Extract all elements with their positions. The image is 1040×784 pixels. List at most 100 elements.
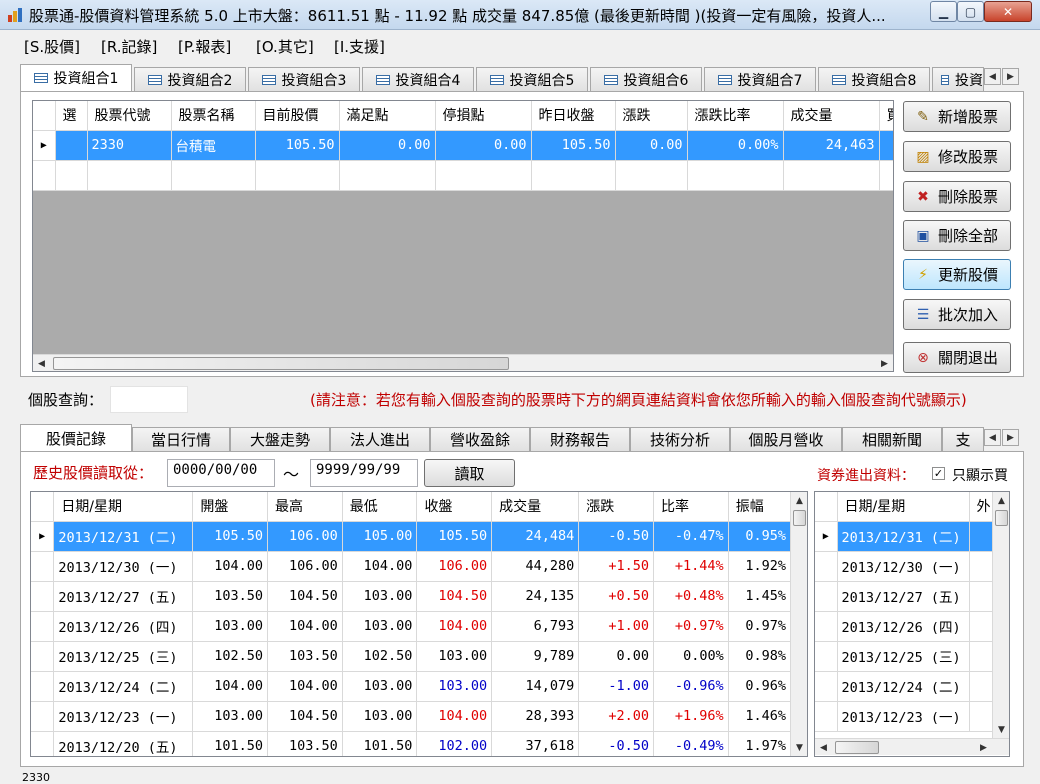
cell-close[interactable]: 103.00 <box>416 671 493 702</box>
add-stock-button[interactable]: ✎ 新增股票 <box>903 101 1011 132</box>
cell-close[interactable]: 102.00 <box>416 731 493 756</box>
delete-stock-button[interactable]: ✖ 刪除股票 <box>903 181 1011 212</box>
tab-financials[interactable]: 財務報告 <box>530 427 630 451</box>
cell-amplitude[interactable]: 1.97% <box>728 731 792 756</box>
cell-high[interactable]: 104.00 <box>267 671 343 702</box>
cell-open[interactable]: 101.50 <box>192 731 269 756</box>
cell-amplitude[interactable]: 0.96% <box>728 671 792 702</box>
cell-open[interactable]: 105.50 <box>192 521 269 552</box>
col-change[interactable]: 漲跌 <box>578 492 654 522</box>
history-vscroll[interactable]: ▲ ▼ <box>790 492 807 756</box>
cell-ratio[interactable]: -0.49% <box>653 731 729 756</box>
cell-volume[interactable]: 14,079 <box>491 671 580 702</box>
table-row[interactable]: 2013/12/30 (一) <box>815 551 1009 582</box>
maximize-button[interactable]: ▢ <box>957 1 984 22</box>
cell-open[interactable]: 102.50 <box>192 641 269 672</box>
cell-high[interactable]: 103.50 <box>267 641 343 672</box>
cell-open[interactable]: 103.00 <box>192 611 269 642</box>
cell-date[interactable]: 2013/12/24 (二) <box>53 671 194 702</box>
cell-low[interactable]: 103.00 <box>342 581 418 612</box>
cell-date[interactable]: 2013/12/30 (一) <box>53 551 194 582</box>
table-row[interactable]: 2013/12/27 (五) 103.50 104.50 103.00 104.50 24… <box>31 581 792 612</box>
table-row[interactable]: 2013/12/30 (一) 104.00 106.00 104.00 106.00 44… <box>31 551 792 582</box>
scroll-left-arrow[interactable]: ◀ <box>815 739 832 756</box>
cell-prev-close[interactable]: 105.50 <box>531 130 616 161</box>
cell-low[interactable]: 103.00 <box>342 701 418 732</box>
cell-change[interactable]: 0.00 <box>578 641 654 672</box>
cell-volume[interactable]: 37,618 <box>491 731 580 756</box>
col-volume[interactable]: 成交量 <box>783 101 880 131</box>
cell-amplitude[interactable]: 1.92% <box>728 551 792 582</box>
cell-change[interactable]: 0.00 <box>615 130 688 161</box>
empty-cell[interactable] <box>879 160 893 191</box>
cell-open[interactable]: 103.00 <box>192 701 269 732</box>
cell-ratio[interactable]: +0.48% <box>653 581 729 612</box>
cell-volume[interactable]: 28,393 <box>491 701 580 732</box>
cell-price[interactable]: 105.50 <box>255 130 340 161</box>
tab-support[interactable]: 支 <box>942 427 984 451</box>
cell-low[interactable]: 104.00 <box>342 551 418 582</box>
close-exit-button[interactable]: ⊗ 關閉退出 <box>903 342 1011 373</box>
col-select[interactable]: 選 <box>55 101 88 131</box>
cell-volume[interactable]: 6,793 <box>491 611 580 642</box>
table-row[interactable]: 2013/12/23 (一) 103.00 104.50 103.00 104.00 28… <box>31 701 792 732</box>
batch-add-button[interactable]: ☰ 批次加入 <box>903 299 1011 330</box>
cell-high[interactable]: 104.00 <box>267 611 343 642</box>
cell-amplitude[interactable]: 1.46% <box>728 701 792 732</box>
col-open[interactable]: 開盤 <box>192 492 269 522</box>
empty-cell[interactable] <box>339 160 436 191</box>
cell-margin-date[interactable]: 2013/12/26 (四) <box>837 611 970 642</box>
col-date[interactable]: 日期/星期 <box>53 492 194 522</box>
cell-volume[interactable]: 24,463 <box>783 130 880 161</box>
cell-open[interactable]: 104.00 <box>192 671 269 702</box>
margin-hscroll[interactable]: ◀ ▶ <box>815 738 1009 755</box>
scroll-thumb[interactable] <box>835 741 879 754</box>
close-window-button[interactable]: ✕ <box>984 1 1032 22</box>
cell-open[interactable]: 104.00 <box>192 551 269 582</box>
cell-target[interactable]: 0.00 <box>339 130 436 161</box>
table-row[interactable]: 2013/12/20 (五) 101.50 103.50 101.50 102.00 37… <box>31 731 792 756</box>
menu-other[interactable]: [O.其它] <box>256 36 314 57</box>
tab-portfolio-6[interactable]: 投資組合6 <box>590 67 702 91</box>
cell-volume[interactable]: 24,135 <box>491 581 580 612</box>
cell-close[interactable]: 104.00 <box>416 611 493 642</box>
table-row[interactable]: ▶ 2330 台積電 105.50 0.00 0.00 105.50 0.00 … <box>33 130 893 161</box>
scroll-down-arrow[interactable]: ▼ <box>993 721 1009 738</box>
cell-change[interactable]: -0.50 <box>578 521 654 552</box>
cell-close[interactable]: 103.00 <box>416 641 493 672</box>
cell-ratio[interactable]: +1.96% <box>653 701 729 732</box>
cell-date[interactable]: 2013/12/23 (一) <box>53 701 194 732</box>
cell-date[interactable]: 2013/12/25 (三) <box>53 641 194 672</box>
scroll-right-arrow[interactable]: ▶ <box>876 355 893 371</box>
table-row[interactable]: 2013/12/23 (一) <box>815 701 1009 732</box>
scroll-up-arrow[interactable]: ▲ <box>791 492 807 509</box>
only-show-checkbox[interactable]: ✓ <box>932 467 945 480</box>
cell-stoploss[interactable]: 0.00 <box>435 130 532 161</box>
cell-ratio[interactable]: +0.97% <box>653 611 729 642</box>
table-row[interactable]: 2013/12/24 (二) 104.00 104.00 103.00 103.00 14… <box>31 671 792 702</box>
cell-high[interactable]: 104.50 <box>267 701 343 732</box>
tab-portfolio-7[interactable]: 投資組合7 <box>704 67 816 91</box>
minimize-button[interactable]: ▁ <box>930 1 957 22</box>
new-row[interactable] <box>33 160 893 191</box>
menu-stock[interactable]: [S.股價] <box>24 36 80 57</box>
cell-date[interactable]: 2013/12/27 (五) <box>53 581 194 612</box>
col-buy[interactable]: 買 <box>879 101 893 131</box>
col-margin-date[interactable]: 日期/星期 <box>837 492 970 522</box>
cell-ratio[interactable]: +1.44% <box>653 551 729 582</box>
table-row[interactable]: ▶ 2013/12/31 (二) 105.50 106.00 105.00 105.50 2… <box>31 521 792 552</box>
tab-monthly-revenue[interactable]: 個股月營收 <box>730 427 842 451</box>
cell-open[interactable]: 103.50 <box>192 581 269 612</box>
cell-close[interactable]: 105.50 <box>416 521 493 552</box>
table-row[interactable]: 2013/12/24 (二) <box>815 671 1009 702</box>
tab-portfolio-5[interactable]: 投資組合5 <box>476 67 588 91</box>
table-row[interactable]: 2013/12/25 (三) <box>815 641 1009 672</box>
cell-close[interactable]: 104.00 <box>416 701 493 732</box>
scroll-right-arrow[interactable]: ▶ <box>975 739 992 756</box>
portfolio-hscroll[interactable]: ◀ ▶ <box>33 354 893 371</box>
date-to-input[interactable]: 9999/99/99 <box>310 459 418 487</box>
tab-portfolio-8[interactable]: 投資組合8 <box>818 67 930 91</box>
cell-margin-date[interactable]: 2013/12/24 (二) <box>837 671 970 702</box>
cell-margin-date[interactable]: 2013/12/31 (二) <box>837 521 970 552</box>
cell-margin-date[interactable]: 2013/12/27 (五) <box>837 581 970 612</box>
